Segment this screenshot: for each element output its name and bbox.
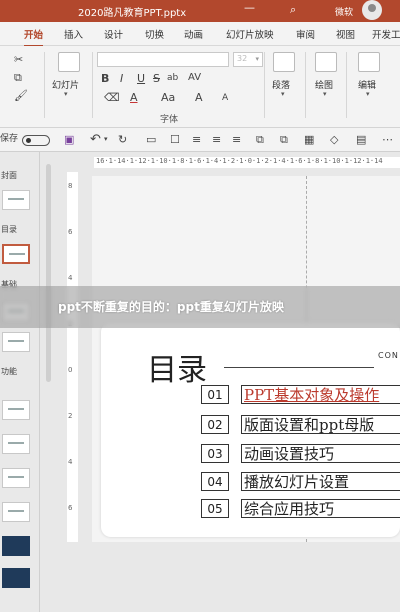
editing-icon[interactable] [358,52,380,72]
section-functions[interactable]: 功能 [1,366,17,377]
toc-item-number: 02 [201,415,229,434]
change-case-button[interactable]: Aa [161,92,175,103]
cut-icon[interactable]: ✂ [14,54,23,65]
font-group-label: 字体 [160,115,179,125]
slide-heading[interactable]: 目录 [147,345,207,389]
send-backward-icon[interactable]: ⧉ [280,134,288,145]
powerpoint-window: 2020路凡教育PPT.pptx — ⌕ 微软 开始 插入 设计 切换 动画 幻… [0,0,400,612]
slide-thumbnail[interactable] [2,536,30,556]
align-left-icon[interactable]: ≡ [192,134,201,145]
tab-animations[interactable]: 动画 [184,27,203,41]
slide-thumbnail[interactable] [2,332,30,352]
tab-developer[interactable]: 开发工 [372,27,400,41]
font-size-dropdown[interactable]: 32 ▾ [233,52,263,67]
decrease-font-button[interactable]: A [222,94,228,103]
tab-design[interactable]: 设计 [104,27,123,41]
user-name[interactable]: 微软 [335,5,353,18]
more-icon[interactable]: ⋯ [382,134,393,145]
clear-format-icon[interactable]: ⌫ [104,92,120,103]
char-spacing-button[interactable]: AV [188,73,201,83]
toc-item-number: 04 [201,472,229,491]
separator [346,52,347,118]
align-right-icon[interactable]: ≡ [232,134,241,145]
autosave-toggle[interactable] [22,135,50,146]
slide-thumbnail[interactable] [2,468,30,488]
slide-thumbnail[interactable] [2,502,30,522]
separator [264,52,265,118]
slide-thumbnail-pane: 封面 目录 基础 功能 [0,152,40,612]
autosave-label: 保存 [0,134,19,144]
scrollbar[interactable] [46,164,51,382]
chevron-down-icon[interactable]: ▾ [366,90,370,98]
caption-text: ppt不断重复的目的：ppt重复幻灯片放映 [58,300,284,314]
chevron-down-icon[interactable]: ▾ [281,90,285,98]
toc-item-label[interactable]: 版面设置和ppt母版 [241,415,400,434]
separator [92,52,93,118]
picture-icon[interactable]: ▤ [356,134,366,145]
tab-view[interactable]: 视图 [336,27,355,41]
window-title: 2020路凡教育PPT.pptx [78,8,187,19]
tab-transitions[interactable]: 切换 [145,27,164,41]
shapes-icon[interactable]: ◇ [330,134,338,145]
bold-button[interactable]: B [101,73,109,84]
slide-thumbnail[interactable] [2,190,30,210]
toc-item-number: 03 [201,444,229,463]
section-toc[interactable]: 目录 [1,224,17,235]
toc-item-number: 01 [201,385,229,404]
quick-access-toolbar: 保存 ▣ ↶ ▾ ↻ ▭ ☐ ≡ ≡ ≡ ⧉ ⧉ ▦ ◇ ▤ ⋯ [0,128,400,152]
redo-icon[interactable]: ↻ [118,134,127,145]
caption-banner: ppt不断重复的目的：ppt重复幻灯片放映 [0,286,400,328]
group-icon[interactable]: ▦ [304,134,314,145]
tab-slideshow[interactable]: 幻灯片放映 [226,27,274,41]
slide-thumbnail[interactable] [2,568,30,588]
copy-icon[interactable]: ⧉ [14,72,22,83]
paragraph-icon[interactable] [273,52,295,72]
minimize-icon[interactable]: — [244,1,255,14]
tab-home[interactable]: 开始 [24,27,44,47]
italic-button[interactable]: I [120,73,123,84]
undo-icon[interactable]: ↶ [90,133,101,146]
section-cover[interactable]: 封面 [1,170,17,181]
bring-forward-icon[interactable]: ⧉ [256,134,264,145]
chevron-down-icon[interactable]: ▾ [64,90,68,98]
strikethrough-button[interactable]: S [153,73,160,84]
slide-thumbnail-selected[interactable] [2,244,30,264]
slide-thumbnail[interactable] [2,434,30,454]
align-center-icon[interactable]: ≡ [212,134,221,145]
save-icon[interactable]: ▣ [64,134,74,145]
avatar[interactable] [362,0,382,20]
slideshow-icon[interactable]: ▭ [146,134,156,145]
touch-mode-icon[interactable]: ☐ [170,134,180,145]
heading-underline [224,367,374,368]
separator [305,52,306,118]
shadow-button[interactable]: ab [167,74,178,83]
new-slide-icon[interactable] [58,52,80,72]
tab-review[interactable]: 审阅 [296,27,315,41]
underline-button[interactable]: U [137,73,145,84]
tab-insert[interactable]: 插入 [64,27,83,41]
font-color-button[interactable]: A [130,92,138,103]
format-painter-icon[interactable]: 🖌 [14,90,28,101]
ribbon: ✂ ⧉ 🖌 幻灯片 ▾ 32 ▾ B I U S ab AV ⌫ A Aa A A… [0,46,400,128]
separator [44,52,45,118]
title-bar: 2020路凡教育PPT.pptx — ⌕ 微软 [0,0,400,22]
slide-thumbnail[interactable] [2,400,30,420]
search-icon[interactable]: ⌕ [290,3,296,17]
toc-item-number: 05 [201,499,229,518]
horizontal-ruler: 16·1·14·1·12·1·10·1·8·1·6·1·4·1·2·1·0·1·… [94,157,400,168]
font-name-dropdown[interactable] [97,52,229,67]
toc-item-label[interactable]: 动画设置技巧 [241,444,400,463]
increase-font-button[interactable]: A [195,92,203,103]
toc-item-label[interactable]: PPT基本对象及操作 [241,385,400,404]
toc-item-label[interactable]: 播放幻灯片设置 [241,472,400,491]
drawing-icon[interactable] [315,52,337,72]
chevron-down-icon[interactable]: ▾ [104,136,108,143]
ribbon-tabs: 开始 插入 设计 切换 动画 幻灯片放映 审阅 视图 开发工 [0,22,400,47]
chevron-down-icon[interactable]: ▾ [323,90,327,98]
vertical-ruler: 8 6 4 2 0 2 4 6 [67,172,78,542]
contents-label[interactable]: CON [378,351,399,360]
toc-item-label[interactable]: 综合应用技巧 [241,499,400,518]
